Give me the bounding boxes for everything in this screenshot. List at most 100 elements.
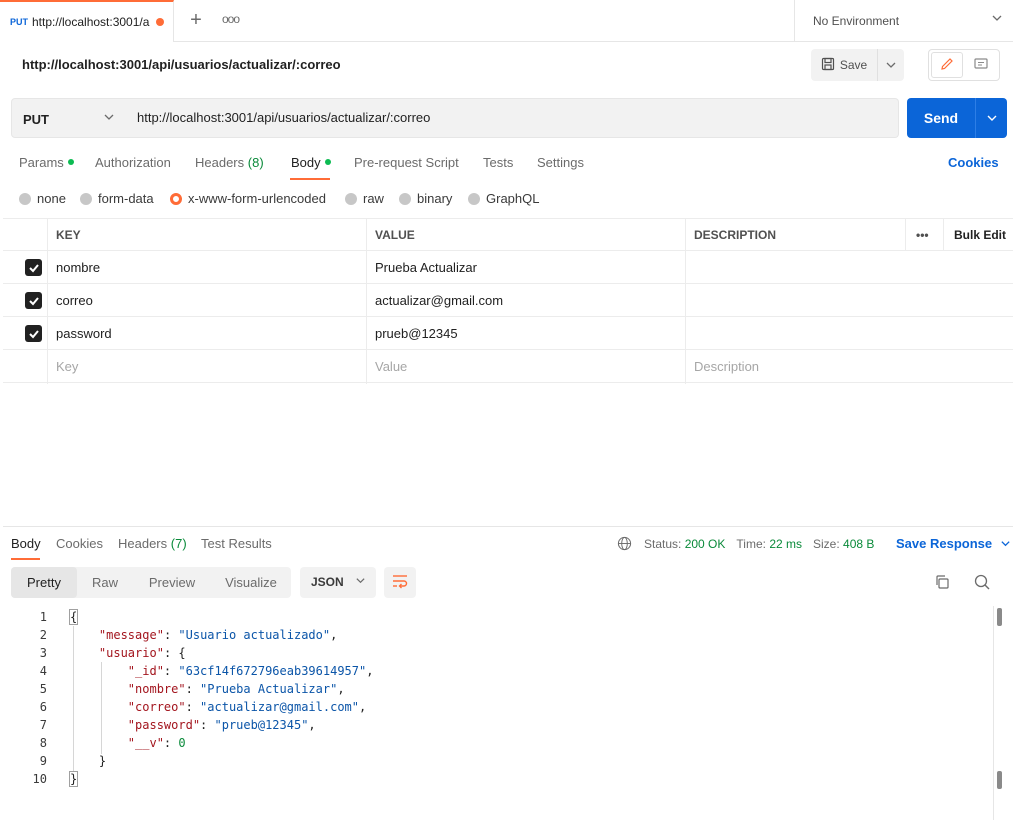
send-options-button[interactable] — [975, 98, 1007, 138]
line-number: 3 — [39, 646, 47, 660]
json-number: 0 — [178, 736, 186, 750]
code-line: "password": "prueb@12345", — [127, 718, 316, 732]
table-row: correo actualizar@gmail.com — [3, 284, 1013, 317]
body-type-form-data[interactable]: form-data — [80, 191, 154, 206]
description-placeholder[interactable]: Description — [685, 350, 1013, 383]
unsaved-dot-icon — [156, 18, 164, 26]
chevron-down-icon — [355, 567, 366, 598]
body-type-none[interactable]: none — [19, 191, 66, 206]
method-value: PUT — [23, 112, 49, 127]
key-cell[interactable]: nombre — [47, 251, 366, 284]
checkbox-checked-icon[interactable] — [25, 259, 42, 276]
copy-icon[interactable] — [933, 573, 953, 593]
response-tab-cookies[interactable]: Cookies — [56, 536, 103, 551]
tab-authorization[interactable]: Authorization — [95, 155, 171, 170]
active-tab-indicator — [290, 178, 330, 180]
tab-count: (8) — [247, 155, 264, 170]
line-number: 4 — [39, 664, 47, 678]
cookies-link[interactable]: Cookies — [948, 155, 999, 170]
response-body-editor[interactable]: 1 2 3 4 5 6 7 8 9 10 { "message": "Usuar… — [3, 608, 993, 808]
format-select[interactable]: JSON — [300, 567, 376, 598]
request-tab[interactable]: PUT http://localhost:3001/a — [0, 0, 174, 42]
method-select[interactable]: PUT — [11, 98, 126, 138]
response-divider[interactable] — [3, 526, 1013, 527]
edit-button[interactable] — [931, 52, 963, 78]
code-line: { — [68, 609, 79, 625]
table-header: KEY VALUE DESCRIPTION ••• Bulk Edit — [3, 218, 1013, 251]
request-title[interactable]: http://localhost:3001/api/usuarios/actua… — [22, 57, 341, 72]
scrollbar-track[interactable] — [993, 606, 994, 820]
json-string: "prueb@12345" — [214, 718, 309, 732]
response-tab-test-results[interactable]: Test Results — [201, 536, 272, 551]
scroll-marker — [997, 608, 1002, 626]
radio-label: none — [37, 191, 66, 206]
body-type-binary[interactable]: binary — [399, 191, 452, 206]
radio-icon — [399, 192, 411, 205]
globe-icon[interactable] — [617, 536, 632, 551]
view-mode-tabs: Pretty Raw Preview Visualize — [11, 567, 291, 598]
description-header: DESCRIPTION — [694, 228, 777, 242]
key-cell[interactable]: correo — [47, 284, 366, 317]
code-line: "message": "Usuario actualizado", — [98, 628, 338, 642]
checkbox-checked-icon[interactable] — [25, 325, 42, 342]
view-preview[interactable]: Preview — [133, 567, 211, 598]
radio-selected-icon — [170, 192, 182, 205]
search-icon[interactable] — [973, 573, 993, 593]
table-row: password prueb@12345 — [3, 317, 1013, 350]
json-key: "password" — [127, 718, 201, 732]
tab-tests[interactable]: Tests — [483, 155, 513, 170]
save-response-label: Save Response — [896, 536, 993, 551]
view-pretty[interactable]: Pretty — [11, 567, 77, 598]
send-button[interactable]: Send — [907, 98, 975, 138]
bulk-edit-button[interactable]: Bulk Edit — [943, 219, 1013, 252]
more-options-icon[interactable]: ••• — [905, 219, 943, 252]
body-type-urlencoded[interactable]: x-www-form-urlencoded — [170, 191, 326, 206]
tab-label: Authorization — [95, 155, 171, 170]
comments-button[interactable] — [965, 52, 997, 78]
description-cell[interactable] — [685, 317, 1013, 350]
tab-params[interactable]: Params — [19, 155, 74, 170]
tab-headers[interactable]: Headers (8) — [195, 155, 264, 170]
value-header: VALUE — [375, 228, 415, 242]
response-tab-body[interactable]: Body — [11, 536, 41, 551]
description-cell[interactable] — [685, 284, 1013, 317]
view-visualize[interactable]: Visualize — [211, 567, 291, 598]
status-value: 200 OK — [684, 536, 726, 551]
radio-label: binary — [417, 191, 453, 206]
chevron-down-icon — [103, 111, 115, 126]
value-cell[interactable]: Prueba Actualizar — [366, 251, 685, 284]
tab-label: Headers — [118, 536, 168, 551]
new-tab-button[interactable]: + — [186, 10, 206, 30]
radio-icon — [19, 192, 31, 205]
size-label: Size: — [813, 536, 840, 551]
value-cell[interactable]: prueb@12345 — [366, 317, 685, 350]
view-raw[interactable]: Raw — [77, 567, 133, 598]
value-cell[interactable]: actualizar@gmail.com — [366, 284, 685, 317]
url-input[interactable]: http://localhost:3001/api/usuarios/actua… — [125, 98, 899, 138]
description-cell[interactable] — [685, 251, 1013, 284]
save-button[interactable]: Save — [811, 49, 878, 81]
line-number: 8 — [39, 736, 47, 750]
body-type-raw[interactable]: raw — [345, 191, 384, 206]
tab-method: PUT — [10, 17, 28, 27]
tab-settings[interactable]: Settings — [537, 155, 584, 170]
response-tab-headers[interactable]: Headers (7) — [118, 536, 187, 551]
body-type-graphql[interactable]: GraphQL — [468, 191, 539, 206]
json-key: "__v" — [127, 736, 164, 750]
tab-bar: PUT http://localhost:3001/a + ooo No Env… — [0, 0, 1013, 42]
tab-pre-request-script[interactable]: Pre-request Script — [354, 155, 459, 170]
save-options-button[interactable] — [878, 49, 904, 81]
wrap-lines-button[interactable] — [384, 567, 416, 598]
line-number: 9 — [39, 754, 47, 768]
line-number: 7 — [39, 718, 47, 732]
key-placeholder[interactable]: Key — [47, 350, 366, 383]
tab-body[interactable]: Body — [291, 155, 331, 170]
value-placeholder[interactable]: Value — [366, 350, 685, 383]
code-line: "nombre": "Prueba Actualizar", — [127, 682, 345, 696]
environment-selector[interactable]: No Environment — [794, 0, 1013, 42]
more-tabs-icon[interactable]: ooo — [222, 12, 240, 26]
key-cell[interactable]: password — [47, 317, 366, 350]
column-divider — [905, 218, 906, 251]
save-response-button[interactable]: Save Response — [896, 536, 1011, 552]
checkbox-checked-icon[interactable] — [25, 292, 42, 309]
